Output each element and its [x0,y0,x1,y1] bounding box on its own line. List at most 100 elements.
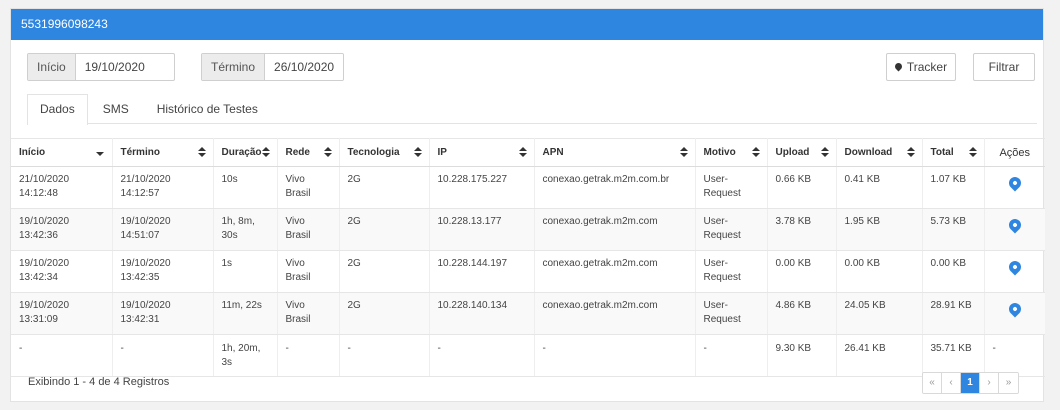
filter-bar: Início 19/10/2020 Término 26/10/2020 Tra… [11,53,1043,83]
cell-tecnologia: 2G [339,250,430,293]
totals-row: - - 1h, 20m, 3s - - - - - 9.30 KB 26.41 … [11,334,1045,377]
sort-icon [413,147,422,159]
cell-rede: Vivo Brasil [277,166,340,209]
col-inicio[interactable]: Início [11,138,113,167]
total-rede: - [277,334,340,377]
cell-acoes [984,292,1045,335]
cell-upload: 0.66 KB [767,166,837,209]
cell-motivo: User-Request [695,292,768,335]
end-date-group[interactable]: Término 26/10/2020 [201,53,344,81]
map-marker-icon[interactable] [1006,216,1024,234]
cell-duracao: 10s [213,166,278,209]
page-first-button[interactable]: « [923,373,942,393]
table-row: 19/10/2020 13:42:34 19/10/2020 13:42:35 1s… [11,250,1045,293]
tab-sms[interactable]: SMS [90,94,142,124]
page-last-button[interactable]: » [999,373,1018,393]
cell-ip: 10.228.175.227 [429,166,535,209]
sessions-table: Início Término Duração Rede Tecnologia I… [11,138,1045,377]
cell-tecnologia: 2G [339,292,430,335]
col-total[interactable]: Total [922,138,985,167]
pagination: « ‹ 1 › » [922,372,1019,394]
cell-inicio: 19/10/2020 13:42:36 [11,208,113,251]
total-inicio: - [11,334,113,377]
cell-total: 5.73 KB [922,208,985,251]
start-date-group[interactable]: Início 19/10/2020 [27,53,175,81]
total-motivo: - [695,334,768,377]
cell-acoes [984,250,1045,293]
sort-icon [679,147,688,159]
total-acoes: - [984,334,1045,377]
sort-icon [261,147,270,159]
sort-icon [968,147,977,159]
total-apn: - [534,334,696,377]
cell-upload: 0.00 KB [767,250,837,293]
cell-apn: conexao.getrak.m2m.com [534,292,696,335]
tab-bar: Dados SMS Histórico de Testes [27,94,1037,125]
sort-icon [751,147,760,159]
tracker-button-label: Tracker [906,60,948,74]
start-date-label: Início [28,54,76,80]
cell-duracao: 11m, 22s [213,292,278,335]
cell-upload: 3.78 KB [767,208,837,251]
sort-icon [197,147,206,159]
table-header-row: Início Término Duração Rede Tecnologia I… [11,138,1045,167]
total-ip: - [429,334,535,377]
page-prev-button[interactable]: ‹ [942,373,961,393]
sort-icon [820,147,829,159]
cell-ip: 10.228.13.177 [429,208,535,251]
col-upload[interactable]: Upload [767,138,837,167]
col-motivo[interactable]: Motivo [695,138,768,167]
sort-icon [906,147,915,159]
cell-upload: 4.86 KB [767,292,837,335]
total-duracao: 1h, 20m, 3s [213,334,278,377]
phone-panel: 5531996098243 Início 19/10/2020 Término … [10,8,1045,402]
cell-rede: Vivo Brasil [277,208,340,251]
col-duracao[interactable]: Duração [213,138,278,167]
end-date-input[interactable]: 26/10/2020 [265,54,343,80]
tracker-button[interactable]: Tracker [886,53,956,81]
col-download[interactable]: Download [836,138,923,167]
cell-acoes [984,208,1045,251]
tab-historico-testes[interactable]: Histórico de Testes [144,94,271,124]
cell-apn: conexao.getrak.m2m.com [534,250,696,293]
page-current-button[interactable]: 1 [961,373,980,393]
col-rede[interactable]: Rede [277,138,340,167]
map-marker-icon [893,61,904,72]
cell-total: 28.91 KB [922,292,985,335]
cell-termino: 21/10/2020 14:12:57 [112,166,214,209]
total-termino: - [112,334,214,377]
cell-motivo: User-Request [695,166,768,209]
cell-download: 1.95 KB [836,208,923,251]
tab-dados[interactable]: Dados [27,94,88,125]
cell-inicio: 19/10/2020 13:31:09 [11,292,113,335]
cell-inicio: 21/10/2020 14:12:48 [11,166,113,209]
cell-termino: 19/10/2020 13:42:35 [112,250,214,293]
map-marker-icon[interactable] [1006,258,1024,276]
cell-rede: Vivo Brasil [277,292,340,335]
cell-tecnologia: 2G [339,166,430,209]
table-row: 21/10/2020 14:12:48 21/10/2020 14:12:57 10… [11,166,1045,209]
cell-termino: 19/10/2020 14:51:07 [112,208,214,251]
col-termino[interactable]: Término [112,138,214,167]
cell-termino: 19/10/2020 13:42:31 [112,292,214,335]
filter-button[interactable]: Filtrar [973,53,1035,81]
panel-title: 5531996098243 [11,9,1043,40]
start-date-input[interactable]: 19/10/2020 [75,54,154,80]
map-marker-icon[interactable] [1006,300,1024,318]
cell-ip: 10.228.144.197 [429,250,535,293]
sort-desc-icon [95,152,104,156]
cell-download: 24.05 KB [836,292,923,335]
cell-total: 1.07 KB [922,166,985,209]
cell-total: 0.00 KB [922,250,985,293]
total-upload: 9.30 KB [767,334,837,377]
cell-inicio: 19/10/2020 13:42:34 [11,250,113,293]
page-next-button[interactable]: › [980,373,999,393]
map-marker-icon[interactable] [1006,174,1024,192]
cell-motivo: User-Request [695,208,768,251]
col-apn[interactable]: APN [534,138,696,167]
col-tecnologia[interactable]: Tecnologia [339,138,430,167]
col-acoes: Ações [984,138,1045,167]
col-ip[interactable]: IP [429,138,535,167]
cell-ip: 10.228.140.134 [429,292,535,335]
records-count: Exibindo 1 - 4 de 4 Registros [28,376,170,388]
